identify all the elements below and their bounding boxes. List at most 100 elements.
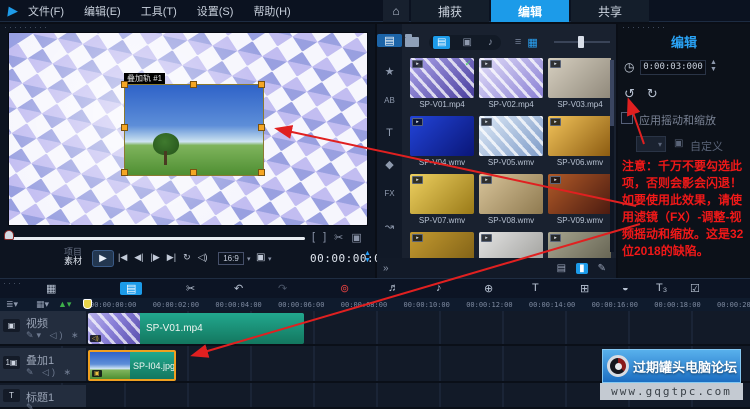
title-track-header[interactable]: T 标题1 ✎	[0, 385, 86, 409]
timeline-view-icon[interactable]: ▤	[120, 282, 143, 295]
redo-icon[interactable]: ↷	[278, 282, 287, 295]
media-thumbnail[interactable]: ▸	[410, 232, 474, 258]
media-thumbnail[interactable]: ▸	[479, 174, 543, 214]
record-capture-icon[interactable]: ⊚	[340, 282, 349, 295]
timecode-spinner[interactable]: ▲ ▼	[364, 250, 371, 264]
media-item-SP-V04.wmv[interactable]: ▸ SP-V04.wmv	[410, 116, 474, 167]
show-videos-icon[interactable]: ▤	[433, 35, 451, 49]
media-item[interactable]: ▸	[548, 232, 611, 258]
3d-title-icon[interactable]: T₃	[656, 282, 667, 294]
media-item-SP-V09.wmv[interactable]: ▸ SP-V09.wmv	[548, 174, 611, 225]
repeat-icon[interactable]: ↻	[183, 252, 191, 263]
panel-drag-handle[interactable]: ·········	[622, 23, 667, 32]
media-item-SP-V03.mp4[interactable]: ▸ SP-V03.mp4	[548, 58, 611, 109]
sound-mixer-icon[interactable]: ♬	[388, 282, 399, 294]
storyboard-view-icon[interactable]: ▦	[46, 282, 56, 295]
menu-item-4[interactable]: 帮助(H)	[253, 6, 290, 18]
home-icon[interactable]: |◀	[118, 252, 127, 263]
transition-icon[interactable]: ★	[377, 65, 402, 78]
media-thumbnail[interactable]: ▸	[548, 174, 611, 214]
selection-handle-1[interactable]	[190, 81, 197, 88]
show-audio-icon[interactable]: ♪	[484, 36, 497, 49]
selection-handle-3[interactable]	[121, 124, 128, 131]
motion-tracking-icon[interactable]: ⊕	[484, 282, 493, 295]
media-item-SP-V07.wmv[interactable]: ▸ SP-V07.wmv	[410, 174, 474, 225]
enlarge-caret-icon[interactable]: ▾	[268, 255, 272, 263]
library-scrollbar[interactable]	[610, 60, 614, 252]
play-button[interactable]: ▶	[92, 250, 114, 267]
slider-handle[interactable]	[577, 36, 584, 48]
next-frame-icon[interactable]: |▶	[151, 252, 160, 263]
media-item-SP-V06.wmv[interactable]: ▸ SP-V06.wmv	[548, 116, 611, 167]
media-item-SP-V05.wmv[interactable]: ▸ SP-V05.wmv	[479, 116, 543, 167]
duration-spinner[interactable]: ▲ ▼	[710, 59, 717, 73]
library-panel-icon[interactable]: ▤	[557, 263, 566, 274]
mark-in-icon[interactable]: [	[312, 231, 315, 244]
graphics-icon[interactable]: ◆	[377, 158, 402, 171]
timeline-ruler[interactable]: ≣▾ ▦▾ ▲▾ 00:00:00:00 00:00:02:00 00:00:04:00 0…	[0, 298, 750, 311]
rotate-right-icon[interactable]: ↻	[647, 86, 658, 102]
tab-1[interactable]: 编辑	[491, 0, 569, 22]
thumbnail-zoom-slider[interactable]	[553, 36, 610, 48]
media-icon[interactable]: ▤	[377, 34, 402, 47]
mode-clip-label[interactable]: 素材	[64, 257, 82, 266]
media-item-SP-V02.mp4[interactable]: ▸ SP-V02.mp4	[479, 58, 543, 109]
duration-field[interactable]: 0:00:03:000	[640, 60, 706, 75]
volume-icon[interactable]: ◁)	[198, 252, 208, 263]
grid-view-icon[interactable]: ▦	[527, 36, 537, 49]
overlay-icon[interactable]: AB	[377, 96, 402, 105]
aspect-caret-icon[interactable]: ▾	[247, 255, 251, 263]
add-folder-icon[interactable]	[405, 34, 419, 47]
video-track-header[interactable]: ▣ 视频 ✎▾ ◁) ∗	[0, 311, 86, 344]
customize-label[interactable]: 自定义	[690, 138, 723, 154]
menu-item-2[interactable]: 工具(T)	[141, 6, 177, 18]
track-manager-icon[interactable]: ≣▾	[6, 299, 18, 310]
media-item[interactable]: ▸	[410, 232, 474, 258]
title-track-controls[interactable]: ✎	[26, 402, 37, 409]
prev-frame-icon[interactable]: ◀|	[134, 252, 143, 263]
enlarge-preview-icon[interactable]: ▣	[351, 231, 361, 244]
video-track-controls[interactable]: ✎▾ ◁) ∗	[26, 330, 82, 341]
panel-drag-handle[interactable]: ·········	[4, 23, 49, 32]
expand-arrow-icon[interactable]: »	[383, 263, 389, 274]
home-tab[interactable]: ⌂	[383, 0, 409, 22]
toggle-panel-icon[interactable]: ▮	[576, 262, 588, 274]
media-thumbnail[interactable]: ▸	[548, 232, 611, 258]
speech-bubble-icon[interactable]: ◒	[622, 282, 629, 294]
media-item-SP-V01.mp4[interactable]: ▸ ✓ SP-V01.mp4	[410, 58, 474, 109]
pan-zoom-checkbox[interactable]	[621, 112, 633, 124]
pan-zoom-preset-select[interactable]: ▾	[636, 136, 666, 152]
media-thumbnail[interactable]: ▸	[479, 232, 543, 258]
overlay-clip-preview[interactable]	[124, 84, 264, 176]
toolbar-drag-handle[interactable]: ····	[3, 279, 23, 288]
edit-tools-icon[interactable]: ✂	[186, 282, 195, 295]
playback-mode-toggle[interactable]: 项目 素材	[64, 248, 82, 266]
media-thumbnail[interactable]: ▸	[479, 58, 543, 98]
media-thumbnail[interactable]: ▸	[548, 116, 611, 156]
menu-item-1[interactable]: 编辑(E)	[84, 6, 121, 18]
split-clip-icon[interactable]: ✂	[334, 231, 343, 244]
auto-music-icon[interactable]: ♪	[436, 282, 442, 294]
ruler-mode-icon[interactable]: ▦▾	[36, 299, 49, 310]
end-icon[interactable]: ▶|	[167, 252, 176, 263]
selection-handle-0[interactable]	[121, 81, 128, 88]
multi-camera-icon[interactable]: ☑	[690, 282, 700, 295]
enlarge-icon[interactable]: ▣	[256, 252, 265, 263]
tab-2[interactable]: 共享	[571, 0, 649, 22]
rotate-left-icon[interactable]: ↺	[624, 86, 635, 102]
motion-path-icon[interactable]: ↝	[377, 220, 402, 233]
menu-item-3[interactable]: 设置(S)	[197, 6, 234, 18]
chapter-point-icon[interactable]: ▲▾	[58, 299, 71, 310]
playhead-marker[interactable]	[83, 299, 92, 309]
media-item[interactable]: ▸	[479, 232, 543, 258]
media-thumbnail[interactable]: ▸	[410, 174, 474, 214]
overlay-track-header[interactable]: 1▣ 叠加1 ✎ ◁) ∗	[0, 348, 86, 381]
mark-out-icon[interactable]: ]	[323, 231, 326, 244]
media-thumbnail[interactable]: ▸	[548, 58, 611, 98]
undo-icon[interactable]: ↶	[234, 282, 243, 295]
selection-handle-2[interactable]	[258, 81, 265, 88]
scrubber-track[interactable]	[12, 237, 305, 240]
timeline-clip-overlay-selected[interactable]: ▣ SP-I04.jpg	[88, 350, 176, 381]
media-thumbnail[interactable]: ▸ ✓	[410, 58, 474, 98]
selection-handle-7[interactable]	[258, 169, 265, 176]
